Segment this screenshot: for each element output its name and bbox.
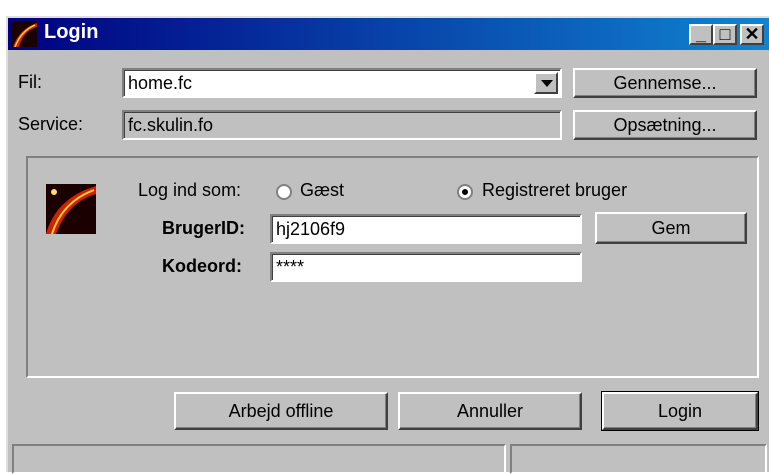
userid-input[interactable]: hj2106f9 (270, 214, 582, 244)
service-field: fc.skulin.fo (122, 110, 562, 140)
status-panel-left (12, 444, 506, 474)
file-dropdown[interactable]: home.fc (122, 68, 562, 98)
setup-button[interactable]: Opsætning... (573, 110, 757, 140)
password-label: Kodeord: (162, 256, 242, 276)
userid-label: BrugerID: (162, 218, 246, 238)
maximize-icon[interactable]: □ (713, 24, 737, 45)
cancel-button[interactable]: Annuller (398, 392, 582, 430)
userid-value: hj2106f9 (276, 219, 346, 239)
close-icon[interactable]: ✕ (740, 24, 764, 45)
chevron-down-icon[interactable] (534, 72, 558, 94)
status-panel-right (510, 444, 767, 474)
password-value: **** (276, 257, 305, 277)
window-title: Login (44, 21, 99, 43)
login-as-label: Log ind som: (138, 180, 242, 200)
service-label: Service: (18, 114, 84, 134)
app-logo-icon (46, 184, 96, 234)
service-value: fc.skulin.fo (128, 115, 214, 135)
app-logo-icon (11, 21, 37, 47)
minimize-icon[interactable]: _ (689, 24, 713, 45)
offline-button[interactable]: Arbejd offline (174, 392, 388, 430)
registered-radio[interactable] (457, 184, 473, 200)
login-window: Login _ □ ✕ Fil: home.fc Gennemse... Ser… (6, 16, 769, 474)
title-bar[interactable]: Login _ □ ✕ (8, 18, 769, 50)
file-value: home.fc (128, 73, 193, 93)
file-label: Fil: (18, 72, 42, 92)
save-button[interactable]: Gem (595, 212, 747, 244)
registered-label[interactable]: Registreret bruger (482, 180, 627, 201)
login-button[interactable]: Login (601, 391, 759, 431)
guest-radio[interactable] (276, 184, 292, 200)
guest-label[interactable]: Gæst (300, 180, 344, 201)
login-group: Log ind som: Gæst Registreret bruger Bru… (26, 156, 759, 378)
password-input[interactable]: **** (270, 252, 582, 282)
browse-button[interactable]: Gennemse... (573, 68, 757, 98)
